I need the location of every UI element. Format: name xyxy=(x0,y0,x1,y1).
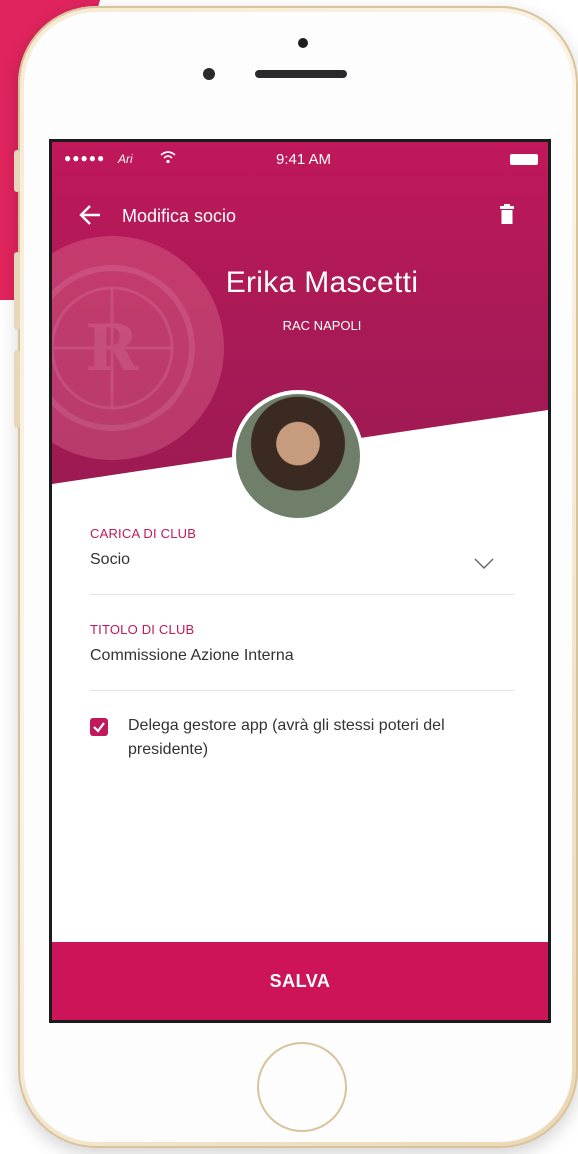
chevron-down-icon[interactable] xyxy=(474,558,494,570)
carrier-name: Ari xyxy=(118,152,133,166)
save-button[interactable]: SALVA xyxy=(52,942,548,1020)
carica-value: Socio xyxy=(90,551,131,568)
page-title: Modifica socio xyxy=(122,206,237,226)
app-bar: Modifica socio xyxy=(52,198,548,238)
member-club: RAC NAPOLI xyxy=(282,318,362,333)
carica-field[interactable]: CARICA DI CLUB Socio xyxy=(90,526,514,595)
titolo-value: Commissione Azione Interna xyxy=(90,647,294,664)
app-screen: R ●●●●● Ari 9:41 AM Modifica socio Erika… xyxy=(52,142,548,1020)
trash-icon[interactable] xyxy=(500,204,514,224)
member-name: Erika Mascetti xyxy=(225,266,419,299)
avatar[interactable] xyxy=(232,390,364,522)
rotaract-club-emblem: R xyxy=(52,236,224,460)
titolo-divider xyxy=(90,690,514,691)
front-camera xyxy=(203,68,215,80)
status-bar: ●●●●● Ari 9:41 AM xyxy=(52,142,548,178)
wifi-icon xyxy=(160,151,176,164)
mute-switch xyxy=(14,150,20,192)
status-time: 9:41 AM xyxy=(276,151,332,168)
earpiece-speaker xyxy=(255,70,347,78)
titolo-label: TITOLO DI CLUB xyxy=(90,622,195,637)
titolo-field[interactable]: TITOLO DI CLUB Commissione Azione Intern… xyxy=(90,622,514,691)
carica-divider xyxy=(90,594,514,595)
volume-up-button xyxy=(14,252,20,330)
proximity-sensor xyxy=(298,38,308,48)
save-label: SALVA xyxy=(269,970,331,991)
signal-strength: ●●●●● xyxy=(64,151,106,165)
volume-down-button xyxy=(14,350,20,428)
checkmark-icon xyxy=(93,722,105,733)
arrow-left-icon[interactable] xyxy=(78,202,104,228)
carica-label: CARICA DI CLUB xyxy=(90,526,197,541)
delega-checkbox[interactable] xyxy=(90,718,108,736)
battery-icon xyxy=(510,154,538,165)
delega-label: Delega gestore app (avrà gli stessi pote… xyxy=(128,717,445,758)
home-button[interactable] xyxy=(257,1042,347,1132)
